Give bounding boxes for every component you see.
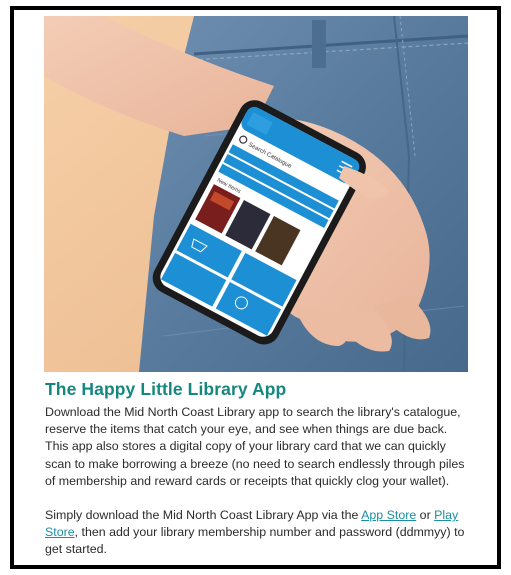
hand-holding-phone-photo: Search Catalogue New Items: [44, 16, 468, 372]
article-content: The Happy Little Library App Download th…: [45, 376, 470, 559]
article-paragraph-2: Simply download the Mid North Coast Libr…: [45, 507, 470, 559]
paragraph-2-text-or: or: [416, 508, 435, 523]
article-paragraph-1: Download the Mid North Coast Library app…: [45, 405, 465, 488]
paragraph-2-text-start: Simply download the Mid North Coast Libr…: [45, 508, 362, 523]
app-store-link[interactable]: App Store: [361, 508, 416, 522]
hero-image: Search Catalogue New Items: [44, 16, 468, 372]
paragraph-2-text-end: , then add your library membership numbe…: [45, 525, 465, 557]
article-title: The Happy Little Library App: [45, 379, 287, 399]
article-frame: Search Catalogue New Items The Happy Lit…: [10, 6, 501, 569]
